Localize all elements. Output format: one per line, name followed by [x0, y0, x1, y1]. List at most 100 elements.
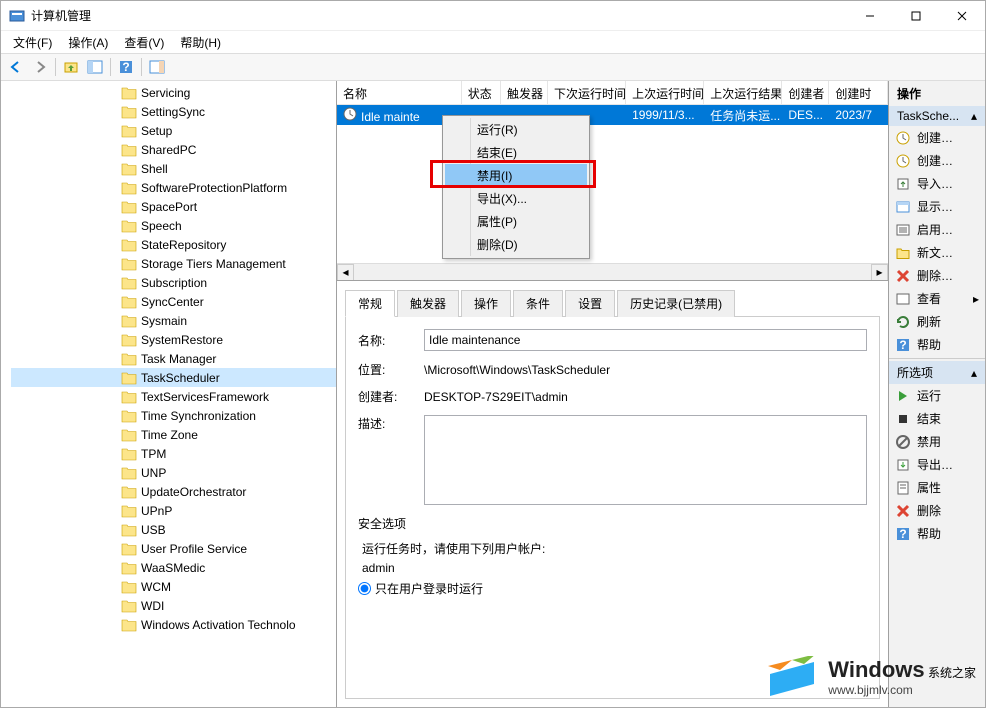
tree-item-usb[interactable]: USB [11, 520, 336, 539]
tree-item-settingsync[interactable]: SettingSync [11, 102, 336, 121]
action-create[interactable]: 创建… [889, 149, 985, 172]
tree-item-storage-tiers-management[interactable]: Storage Tiers Management [11, 254, 336, 273]
tree-item-unp[interactable]: UNP [11, 463, 336, 482]
tree-item-user-profile-service[interactable]: User Profile Service [11, 539, 336, 558]
column-header[interactable]: 创建者 [782, 81, 829, 104]
action-delete[interactable]: 删除 [889, 499, 985, 522]
list-scrollbar[interactable]: ◂ ▸ [337, 263, 888, 280]
tree-item-waasmedic[interactable]: WaaSMedic [11, 558, 336, 577]
column-header[interactable]: 下次运行时间 [548, 81, 626, 104]
column-header[interactable]: 状态 [462, 81, 501, 104]
maximize-button[interactable] [893, 1, 939, 31]
tree-item-textservicesframework[interactable]: TextServicesFramework [11, 387, 336, 406]
action-refresh[interactable]: 刷新 [889, 310, 985, 333]
tab-操作[interactable]: 操作 [461, 290, 511, 317]
context-menu-item[interactable]: 结束(E) [445, 141, 587, 164]
task-name-input[interactable] [424, 329, 867, 351]
tree-item-subscription[interactable]: Subscription [11, 273, 336, 292]
tree-item-synccenter[interactable]: SyncCenter [11, 292, 336, 311]
tree-item-label: UNP [141, 466, 166, 480]
context-menu-item[interactable]: 导出(X)... [445, 187, 587, 210]
task-list-body[interactable]: Idle mainte1999/11/3...任务尚未运...DES...202… [337, 105, 888, 263]
actions-group-selected[interactable]: 所选项 ▴ [889, 361, 985, 384]
action-enable-history[interactable]: 启用… [889, 218, 985, 241]
action-properties[interactable]: 属性 [889, 476, 985, 499]
tab-触发器[interactable]: 触发器 [397, 290, 459, 317]
tree-item-shell[interactable]: Shell [11, 159, 336, 178]
action-new-folder[interactable]: 新文… [889, 241, 985, 264]
context-menu-item[interactable]: 运行(R) [445, 118, 587, 141]
action-disable[interactable]: 禁用 [889, 430, 985, 453]
tree-item-setup[interactable]: Setup [11, 121, 336, 140]
tree-item-systemrestore[interactable]: SystemRestore [11, 330, 336, 349]
tree-item-servicing[interactable]: Servicing [11, 83, 336, 102]
tree-item-tpm[interactable]: TPM [11, 444, 336, 463]
column-header[interactable]: 创建时 [829, 81, 888, 104]
action-delete-folder[interactable]: 删除… [889, 264, 985, 287]
column-header[interactable]: 上次运行时间 [626, 81, 704, 104]
tab-历史记录(已禁用)[interactable]: 历史记录(已禁用) [617, 290, 735, 317]
action-export[interactable]: 导出… [889, 453, 985, 476]
tree-item-windows-activation-technolo[interactable]: Windows Activation Technolo [11, 615, 336, 634]
close-button[interactable] [939, 1, 985, 31]
table-row[interactable]: Idle mainte1999/11/3...任务尚未运...DES...202… [337, 105, 888, 125]
action-view[interactable]: 查看▸ [889, 287, 985, 310]
help-button[interactable]: ? [115, 56, 137, 78]
location-label: 位置: [358, 361, 424, 378]
action-label: 查看 [917, 290, 941, 307]
tree-item-sysmain[interactable]: Sysmain [11, 311, 336, 330]
actions-group-taskscheduler[interactable]: TaskSche... ▴ [889, 106, 985, 126]
tree-item-upnp[interactable]: UPnP [11, 501, 336, 520]
run-only-logged-on-radio[interactable] [358, 582, 371, 595]
tree-item-wdi[interactable]: WDI [11, 596, 336, 615]
column-header[interactable]: 上次运行结果 [704, 81, 782, 104]
tree-item-sharedpc[interactable]: SharedPC [11, 140, 336, 159]
tree-item-softwareprotectionplatform[interactable]: SoftwareProtectionPlatform [11, 178, 336, 197]
watermark: Windows 系统之家 www.bjjmlv.com [766, 656, 976, 698]
tree-item-task-manager[interactable]: Task Manager [11, 349, 336, 368]
tree-item-staterepository[interactable]: StateRepository [11, 235, 336, 254]
cell: 2023/7 [829, 106, 888, 124]
tree-item-time-synchronization[interactable]: Time Synchronization [11, 406, 336, 425]
menu-help[interactable]: 帮助(H) [172, 32, 229, 53]
help-icon: ? [895, 337, 911, 353]
tree-item-updateorchestrator[interactable]: UpdateOrchestrator [11, 482, 336, 501]
action-create-basic[interactable]: 创建… [889, 126, 985, 149]
action-show-running[interactable]: 显示… [889, 195, 985, 218]
action-import[interactable]: 导入… [889, 172, 985, 195]
action-label: 启用… [917, 221, 953, 238]
menu-file[interactable]: 文件(F) [5, 32, 60, 53]
column-header[interactable]: 名称 [337, 81, 462, 104]
minimize-button[interactable] [847, 1, 893, 31]
action-end[interactable]: 结束 [889, 407, 985, 430]
task-description-input[interactable] [424, 415, 867, 505]
tab-常规[interactable]: 常规 [345, 290, 395, 317]
context-menu[interactable]: 运行(R)结束(E)禁用(I)导出(X)...属性(P)删除(D) [442, 115, 590, 259]
scroll-left-button[interactable]: ◂ [337, 264, 354, 281]
tree-pane[interactable]: ServicingSettingSyncSetupSharedPC Shell So… [1, 81, 337, 707]
context-menu-item[interactable]: 属性(P) [445, 210, 587, 233]
context-menu-item[interactable]: 禁用(I) [445, 164, 587, 187]
up-button[interactable] [60, 56, 82, 78]
action-run[interactable]: 运行 [889, 384, 985, 407]
context-menu-item[interactable]: 删除(D) [445, 233, 587, 256]
tab-设置[interactable]: 设置 [565, 290, 615, 317]
forward-button[interactable] [29, 56, 51, 78]
tree-item-wcm[interactable]: WCM [11, 577, 336, 596]
action-help[interactable]: ?帮助 [889, 522, 985, 545]
action-label: 帮助 [917, 525, 941, 542]
back-button[interactable] [5, 56, 27, 78]
menu-view[interactable]: 查看(V) [116, 32, 172, 53]
tab-条件[interactable]: 条件 [513, 290, 563, 317]
tree-item-time-zone[interactable]: Time Zone [11, 425, 336, 444]
tree-item-taskscheduler[interactable]: TaskScheduler [11, 368, 336, 387]
tree-item-label: Shell [141, 162, 168, 176]
scroll-right-button[interactable]: ▸ [871, 264, 888, 281]
show-hide-tree-button[interactable] [84, 56, 106, 78]
column-header[interactable]: 触发器 [501, 81, 548, 104]
tree-item-speech[interactable]: Speech [11, 216, 336, 235]
tree-item-spaceport[interactable]: SpacePort [11, 197, 336, 216]
action-help[interactable]: ?帮助 [889, 333, 985, 356]
show-hide-actions-button[interactable] [146, 56, 168, 78]
menu-action[interactable]: 操作(A) [60, 32, 116, 53]
